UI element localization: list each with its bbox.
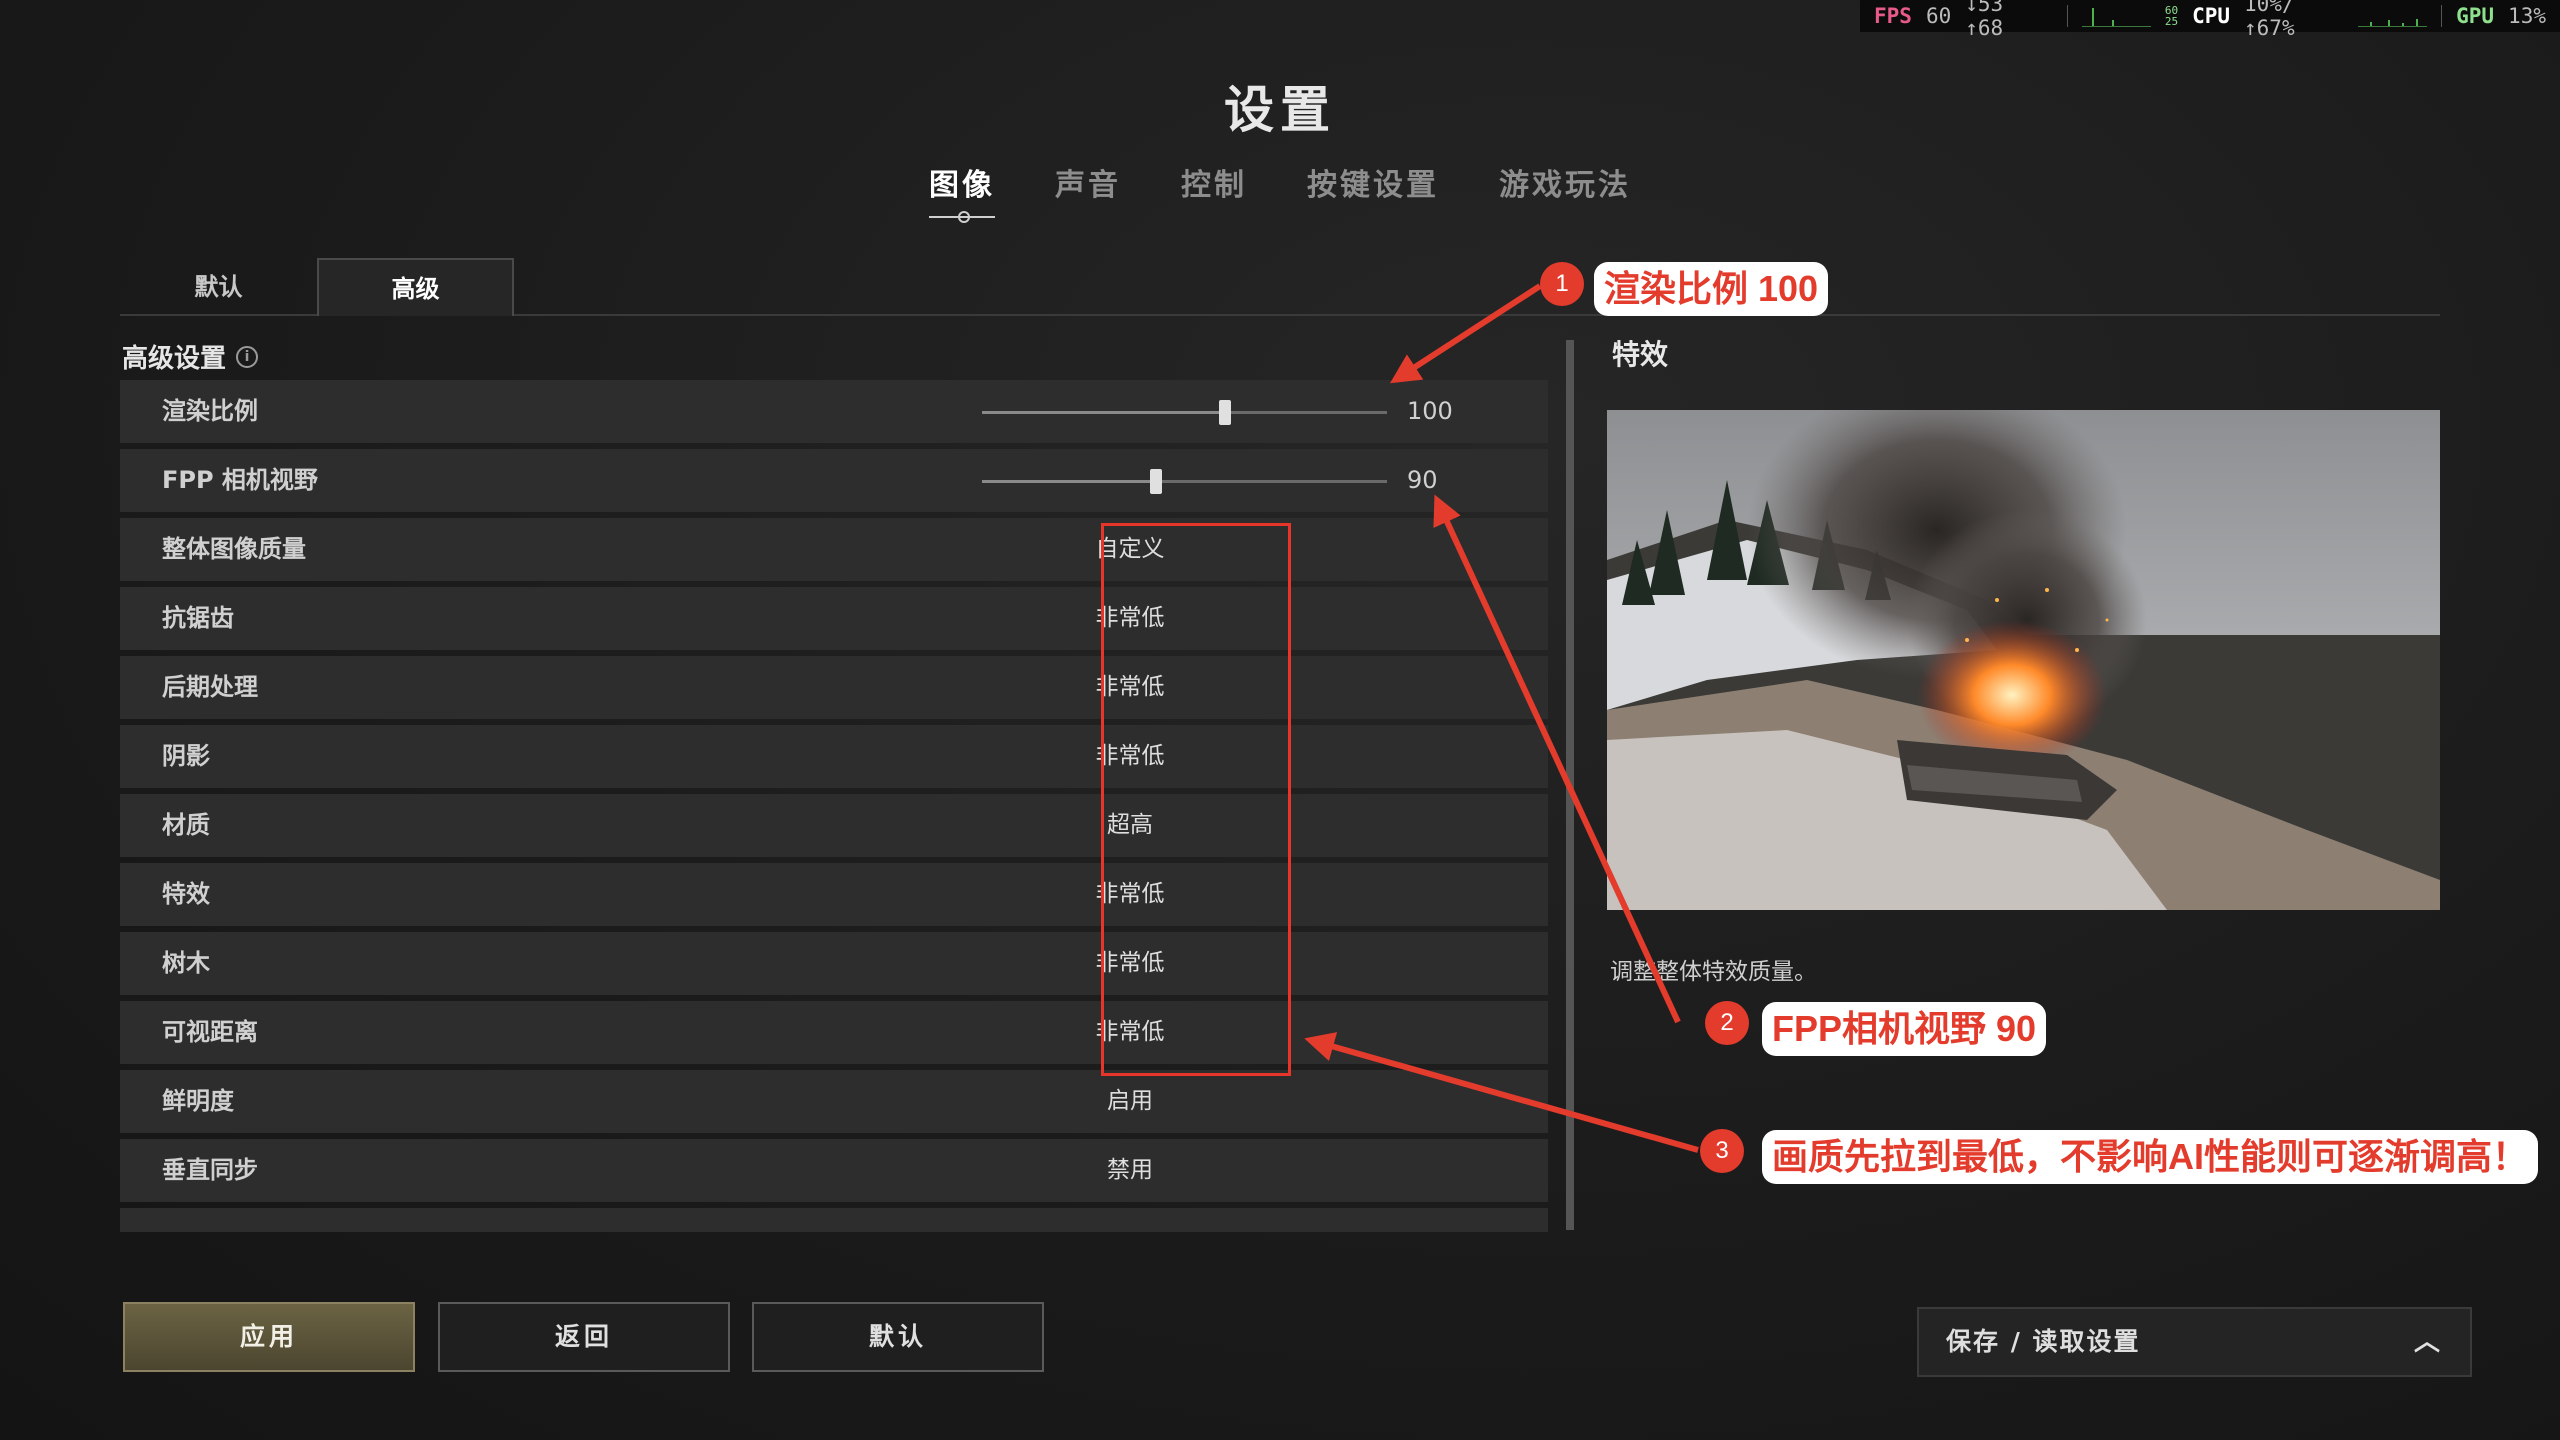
cpu-value: 10%/↑67% (2244, 0, 2295, 40)
setting-row[interactable]: 抗锯齿 非常低 (120, 587, 1548, 650)
annotation-1-text: 渲染比例 100 (1594, 262, 1829, 316)
fps-label: FPS (1874, 4, 1912, 28)
highlight-box (1101, 523, 1291, 1076)
setting-label: FPP 相机视野 (162, 466, 318, 494)
tab-1[interactable]: 声音 (1025, 160, 1151, 204)
graph-scale: 60 25 (2164, 4, 2179, 28)
divider (2441, 5, 2443, 27)
setting-label: 垂直同步 (162, 1156, 258, 1184)
cpu-label: CPU (2192, 4, 2231, 28)
setting-row[interactable]: 渲染比例 100 (120, 380, 1548, 443)
annotation-3-number: 3 (1700, 1129, 1744, 1173)
scrollbar-thumb[interactable] (1566, 340, 1574, 1230)
setting-row[interactable]: 树木 非常低 (120, 932, 1548, 995)
setting-row[interactable]: 特效 非常低 (120, 863, 1548, 926)
main-tabs: 图像 声音 控制 按键设置 游戏玩法 (0, 160, 2560, 223)
settings-list: 渲染比例 100 FPP 相机视野 90 整体图像质量 自定义 抗锯齿 非常低 后期处理 非常低阴… (120, 380, 1548, 1232)
slider-value: 100 (1407, 397, 1453, 425)
apply-button[interactable]: 应用 (123, 1302, 415, 1372)
slider-thumb[interactable] (1219, 400, 1231, 425)
setting-label: 后期处理 (162, 673, 258, 701)
setting-label: 渲染比例 (162, 397, 258, 425)
back-button[interactable]: 返回 (438, 1302, 730, 1372)
effects-preview-image (1607, 410, 2440, 910)
setting-row[interactable]: 阴影 非常低 (120, 725, 1548, 788)
fps-value: 60 (1925, 4, 1952, 28)
page-title: 设置 (1224, 81, 1336, 139)
gpu-label: GPU (2456, 4, 2495, 28)
subtab-advanced[interactable]: 高级 (317, 258, 514, 316)
slider-fill (982, 411, 1225, 414)
subtab-default[interactable]: 默认 (120, 258, 317, 316)
setting-label: 树木 (162, 949, 210, 977)
default-button[interactable]: 默认 (752, 1302, 1044, 1372)
fps-graph (2081, 5, 2151, 27)
setting-row-partial (120, 1208, 1548, 1232)
setting-option-value[interactable]: 启用 (950, 1070, 1310, 1133)
setting-row[interactable]: 鲜明度 启用 (120, 1070, 1548, 1133)
setting-label: 材质 (162, 811, 210, 839)
save-load-settings-dropdown[interactable]: 保存 / 读取设置 ︿ (1917, 1307, 2472, 1377)
setting-row[interactable]: 后期处理 非常低 (120, 656, 1548, 719)
section-title: 高级设置 i (122, 338, 259, 375)
setting-label: 鲜明度 (162, 1087, 234, 1115)
preview-title: 特效 (1612, 338, 1669, 371)
slider-thumb[interactable] (1150, 469, 1163, 494)
setting-slider[interactable] (982, 469, 1387, 494)
setting-option-value[interactable]: 禁用 (950, 1139, 1310, 1202)
setting-row[interactable]: 整体图像质量 自定义 (120, 518, 1548, 581)
scrollbar[interactable] (1566, 340, 1574, 1230)
annotation-2-number: 2 (1705, 1001, 1749, 1045)
section-title-text: 高级设置 (122, 344, 227, 374)
divider (2066, 5, 2068, 27)
chevron-up-icon: ︿ (2413, 1327, 2442, 1357)
subtab-bar: 默认 高级 (120, 258, 2440, 316)
tab-0[interactable]: 图像 (899, 160, 1025, 223)
fps-minmax: ↓53 ↑68 (1965, 0, 2004, 40)
setting-label: 可视距离 (162, 1018, 258, 1046)
setting-label: 特效 (162, 880, 210, 908)
annotation-1-number: 1 (1540, 262, 1584, 306)
cpu-graph (2357, 5, 2428, 27)
performance-overlay: FPS 60 ↓53 ↑68 60 25 CPU 10%/↑67% GPU 13% (1860, 0, 2560, 40)
info-icon[interactable]: i (236, 345, 259, 368)
annotation-2-text: FPP相机视野 90 (1762, 1002, 2047, 1056)
preview-description: 调整整体特效质量。 (1610, 959, 1817, 985)
tab-4[interactable]: 游戏玩法 (1469, 160, 1661, 204)
setting-label: 阴影 (162, 742, 210, 770)
setting-label: 整体图像质量 (162, 535, 306, 563)
setting-slider[interactable] (982, 400, 1387, 425)
slider-fill (982, 480, 1157, 483)
tab-3[interactable]: 按键设置 (1277, 160, 1469, 204)
tab-2[interactable]: 控制 (1151, 160, 1277, 204)
gpu-value: 13% (2508, 4, 2546, 28)
save-load-label: 保存 / 读取设置 (1946, 1327, 2141, 1356)
annotation-3-text: 画质先拉到最低，不影响AI性能则可逐渐调高！ (1762, 1130, 2539, 1184)
setting-row[interactable]: 可视距离 非常低 (120, 1001, 1548, 1064)
slider-value: 90 (1407, 466, 1438, 494)
setting-row[interactable]: 垂直同步 禁用 (120, 1139, 1548, 1202)
setting-row[interactable]: 材质 超高 (120, 794, 1548, 857)
setting-row[interactable]: FPP 相机视野 90 (120, 449, 1548, 512)
setting-label: 抗锯齿 (162, 604, 234, 632)
